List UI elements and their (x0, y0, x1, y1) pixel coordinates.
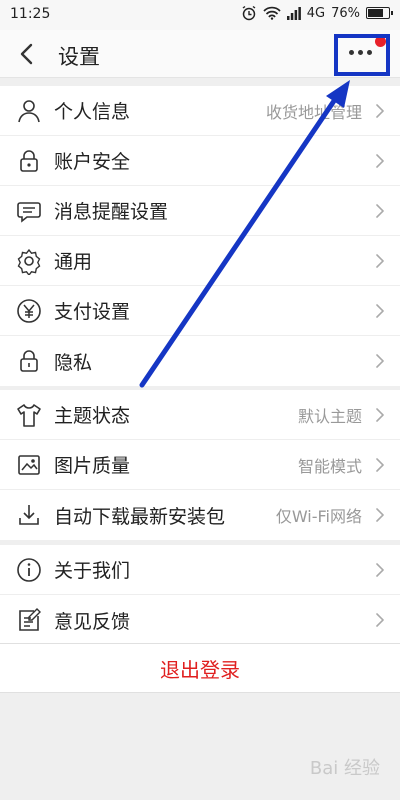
settings-row[interactable]: 账户安全 (0, 136, 400, 186)
settings-row-label: 通用 (54, 251, 93, 273)
chevron-right-icon (376, 103, 384, 118)
download-icon (19, 505, 39, 525)
chevron-right-icon (376, 457, 384, 472)
user-icon (18, 99, 40, 122)
shirt-icon (17, 403, 41, 427)
settings-row-label: 关于我们 (54, 560, 131, 582)
chevron-right-icon (376, 153, 384, 168)
battery-text: 76% (331, 5, 360, 21)
chevron-right-icon (376, 508, 384, 522)
settings-row-value: 默认主题 (297, 406, 362, 426)
settings-row[interactable]: 隐私 (0, 336, 400, 386)
signal-icon (286, 6, 301, 20)
settings-row[interactable]: 关于我们 (0, 545, 400, 595)
chevron-right-icon (376, 253, 384, 268)
chat-bubble-icon (17, 201, 41, 223)
settings-row[interactable]: 通用 (0, 236, 400, 286)
chevron-right-icon (376, 203, 384, 218)
settings-row[interactable]: 图片质量 智能模式 (0, 440, 400, 490)
back-button[interactable] (12, 38, 44, 70)
status-bar: 11:25 4G 76% (0, 0, 400, 30)
settings-row-label: 隐私 (54, 351, 93, 374)
watermark: Bai 经验 (309, 758, 380, 779)
chevron-left-icon (20, 43, 33, 65)
privacy-lock-icon (20, 350, 38, 372)
settings-row[interactable]: 主题状态 默认主题 (0, 390, 400, 440)
settings-row[interactable]: 自动下载最新安装包 仅Wi-Fi网络 (0, 490, 400, 540)
chevron-right-icon (376, 407, 384, 422)
settings-row-label: 账户安全 (54, 151, 131, 173)
settings-row-label: 主题状态 (54, 405, 131, 427)
page-title: 设置 (58, 45, 100, 69)
alarm-icon (242, 5, 256, 21)
settings-row-value: 仅Wi-Fi网络 (275, 507, 362, 526)
settings-group-about: 关于我们 意见反馈 (0, 545, 400, 645)
info-icon (17, 557, 41, 582)
battery-icon (366, 7, 393, 19)
settings-row-label: 图片质量 (54, 455, 131, 477)
more-button[interactable] (334, 34, 390, 74)
chevron-right-icon (376, 354, 384, 368)
settings-row-label: 意见反馈 (54, 610, 131, 633)
more-dots-icon (349, 50, 372, 55)
settings-row[interactable]: 消息提醒设置 (0, 186, 400, 236)
settings-row-label: 自动下载最新安装包 (54, 505, 226, 528)
settings-row[interactable]: 意见反馈 (0, 595, 400, 645)
status-icons: 4G 76% (241, 5, 393, 21)
yen-icon (17, 298, 41, 323)
lock-icon (20, 149, 38, 172)
settings-row-label: 支付设置 (54, 301, 131, 323)
gear-icon (17, 248, 41, 275)
settings-row-label: 个人信息 (54, 101, 131, 123)
notification-badge (375, 36, 386, 47)
settings-row-value: 收货地址管理 (265, 102, 362, 122)
settings-group-display: 主题状态 默认主题图片质量 智能模式自动下载最新安装包 仅Wi-Fi网络 (0, 390, 400, 540)
settings-row-label: 消息提醒设置 (54, 201, 169, 223)
settings-row[interactable]: 个人信息 收货地址管理 (0, 86, 400, 136)
image-icon (18, 454, 40, 475)
feedback-edit-icon (19, 608, 41, 631)
chevron-right-icon (376, 613, 384, 627)
nav-header: 设置 (0, 30, 400, 78)
settings-row[interactable]: 支付设置 (0, 286, 400, 336)
wifi-icon (263, 6, 281, 20)
status-time: 11:25 (10, 6, 51, 22)
chevron-right-icon (376, 303, 384, 318)
network-type: 4G (306, 5, 326, 21)
settings-row-value: 智能模式 (297, 456, 362, 476)
logout-button[interactable]: 退出登录 (0, 643, 400, 693)
chevron-right-icon (376, 562, 384, 577)
settings-group-account: 个人信息 收货地址管理账户安全消息提醒设置 通用支付设置隐私 (0, 86, 400, 386)
